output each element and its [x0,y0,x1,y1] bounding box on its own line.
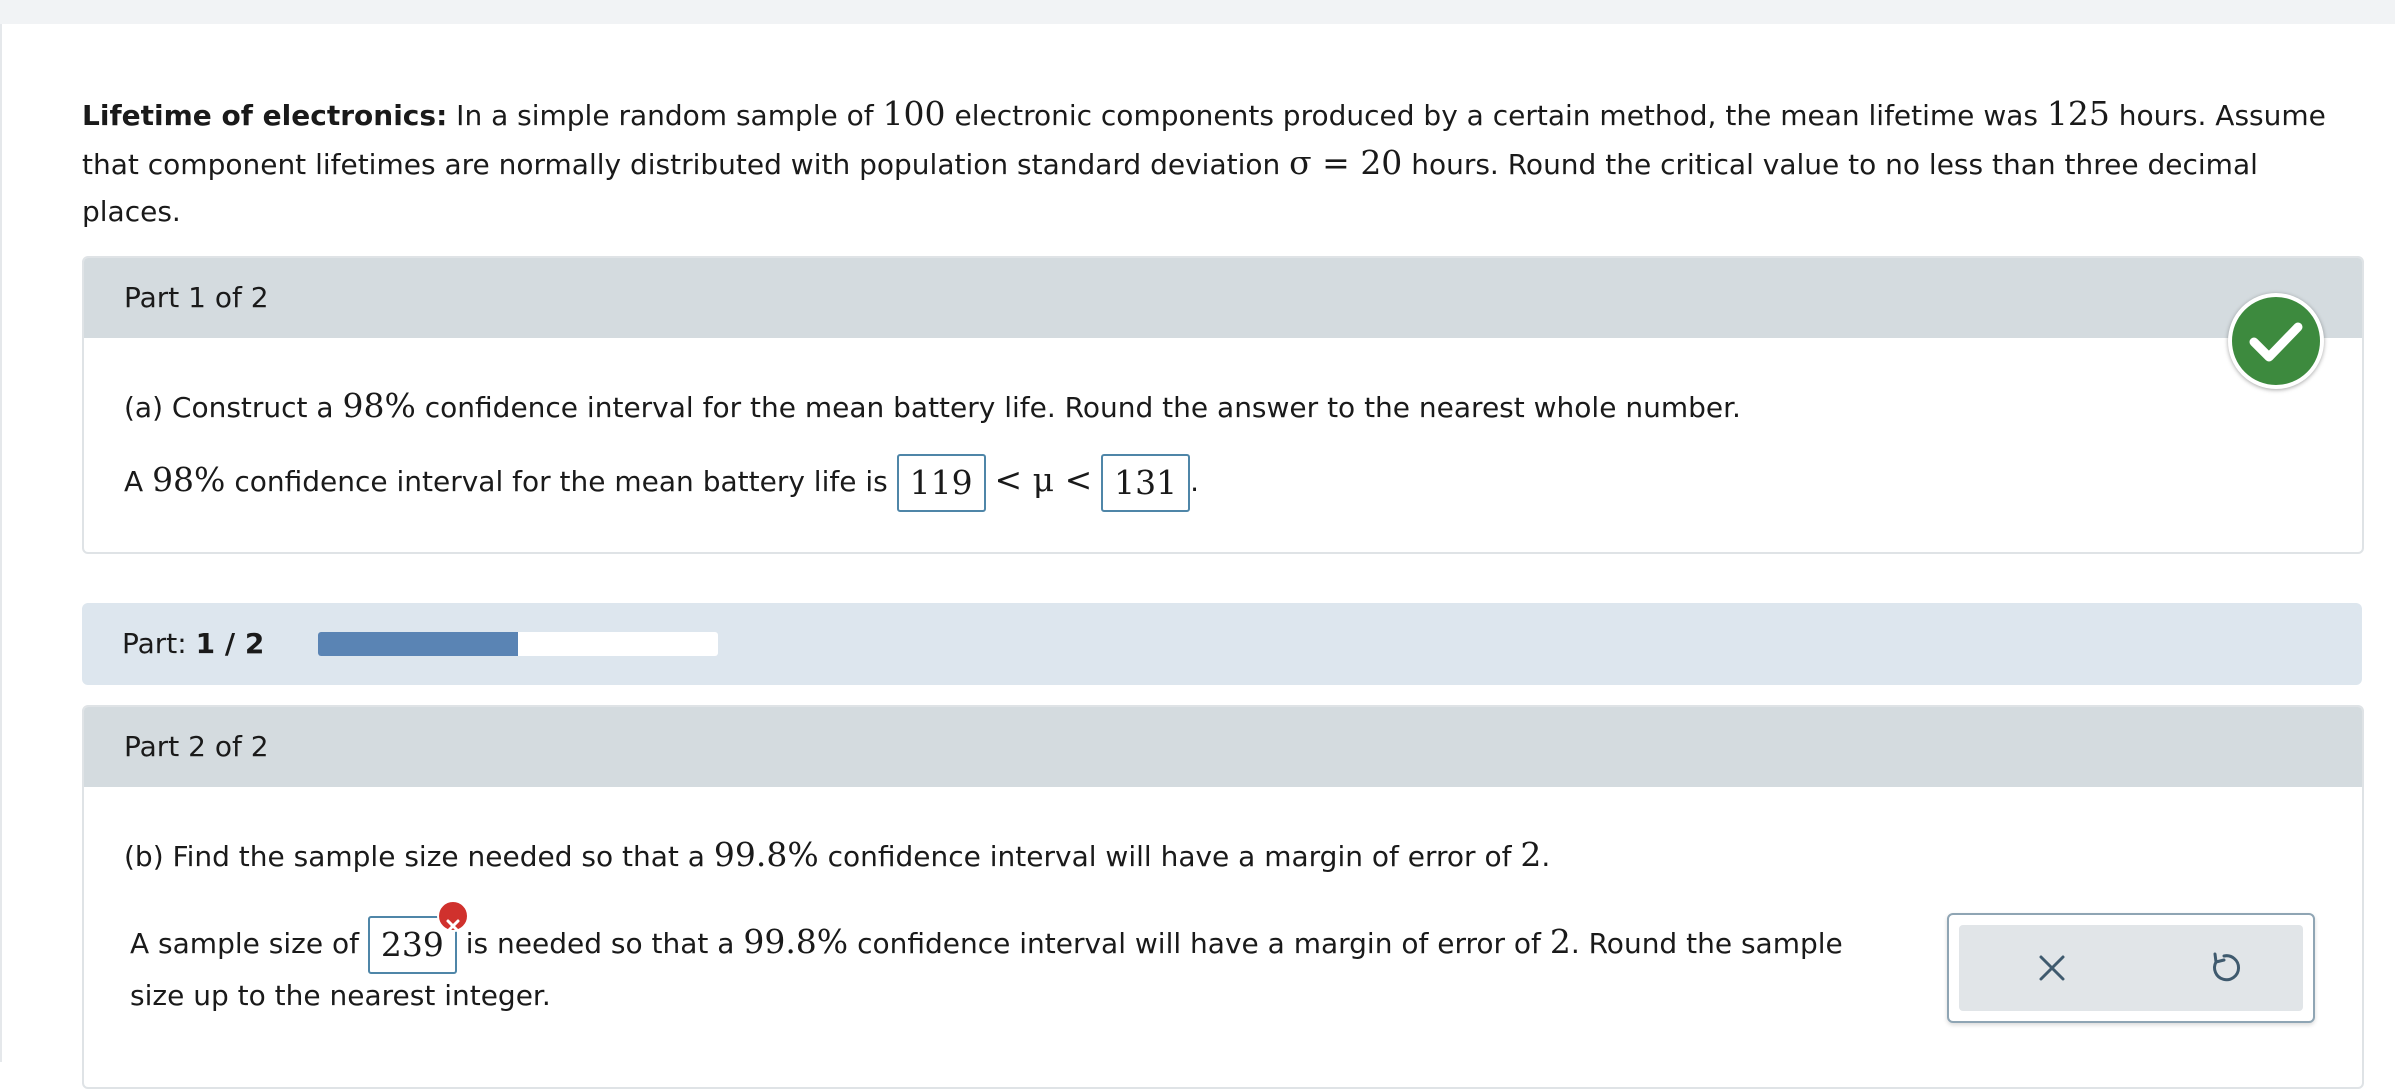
incorrect-x-icon [436,900,469,933]
answer-tools [1947,913,2315,1023]
sample-size-value: 100 [882,94,946,133]
part1-answer: A 98% confidence interval for the mean b… [124,454,1199,512]
question-text: (a) Construct a [124,391,343,424]
undo-icon [2213,952,2240,982]
part1-panel: Part 1 of 2 (a) Construct a 98% confiden… [82,256,2364,554]
lower-bound-input[interactable]: 119 [896,454,986,512]
problem-text: electronic components produced by a cert… [945,99,2047,132]
clear-answer-button[interactable] [2029,945,2075,991]
confidence-level: 98% [152,460,226,499]
x-mark-icon [446,919,460,933]
progress-label: Part: 1 / 2 [122,603,264,685]
close-icon [2039,955,2065,981]
part-progress: Part: 1 / 2 [82,603,2362,685]
correct-check-icon [2228,293,2324,389]
confidence-level: 99.8% [743,922,849,961]
part2-question: (b) Find the sample size needed so that … [124,835,1550,874]
top-strip [0,0,2395,24]
part1-question: (a) Construct a 98% confidence interval … [124,386,1741,425]
progress-label-text: Part: [122,627,196,660]
progress-value: 1 / 2 [195,627,265,660]
part2-header: Part 2 of 2 [84,707,2362,787]
mean-value: 125 [2046,94,2110,133]
undo-button[interactable] [2201,945,2247,991]
left-rule [0,24,2,1062]
period: . [1541,840,1551,873]
margin-of-error: 2 [1520,835,1542,874]
answer-text: . Round the sample [1570,927,1843,960]
part2-answer-line2: size up to the nearest integer. [130,979,551,1012]
checkmark-icon [2249,322,2303,362]
progress-bar-fill [318,632,518,656]
confidence-level: 98% [342,386,416,425]
answer-text: confidence interval for the mean battery… [225,465,897,498]
progress-bar [318,632,718,656]
part2-panel: Part 2 of 2 (b) Find the sample size nee… [82,705,2364,1089]
problem-statement: Lifetime of electronics: In a simple ran… [82,90,2332,235]
confidence-level: 99.8% [713,835,819,874]
part1-title: Part 1 of 2 [124,281,269,314]
question-text: confidence interval for the mean battery… [415,391,1741,424]
answer-text: A sample size of [130,927,368,960]
question-text: (b) Find the sample size needed so that … [124,840,714,873]
part2-title: Part 2 of 2 [124,730,269,763]
part1-header: Part 1 of 2 [84,258,2362,338]
sigma-value: σ = 20 [1289,143,1403,182]
answer-text: confidence interval will have a margin o… [848,927,1550,960]
period: . [1190,465,1200,498]
question-text: confidence interval will have a margin o… [818,840,1521,873]
sample-size-input[interactable]: 239 [367,900,469,974]
answer-text: is needed so that a [456,927,744,960]
problem-text: In a simple random sample of [447,99,883,132]
sample-size-answer: 239 [380,925,444,964]
part2-answer: A sample size of 239 is needed so that a… [130,900,1843,974]
answer-text: A [124,465,153,498]
answer-tools-inner [1959,925,2303,1011]
inequality-mu: < μ < [994,460,1093,499]
problem-title: Lifetime of electronics: [82,99,448,132]
upper-bound-input[interactable]: 131 [1101,454,1191,512]
margin-of-error: 2 [1549,922,1571,961]
